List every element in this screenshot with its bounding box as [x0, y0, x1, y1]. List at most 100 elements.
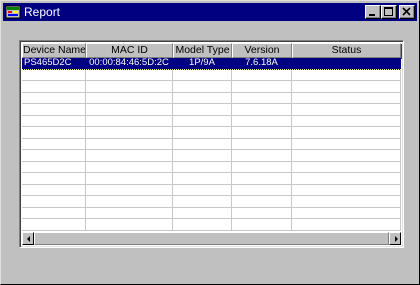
empty-cell: [232, 150, 292, 161]
empty-cell: [173, 219, 232, 230]
empty-cell: [173, 104, 232, 115]
empty-cell: [22, 69, 86, 80]
table-header: Device Name MAC ID Model Type Version St…: [22, 43, 401, 58]
empty-cell: [86, 81, 173, 92]
column-header-model-type[interactable]: Model Type: [173, 43, 232, 58]
empty-cell: [292, 115, 401, 126]
empty-table-row[interactable]: [22, 219, 401, 231]
empty-cell: [173, 161, 232, 172]
horizontal-scrollbar[interactable]: [22, 232, 401, 245]
empty-cell: [86, 207, 173, 218]
empty-cell: [232, 173, 292, 184]
close-button[interactable]: [399, 5, 415, 19]
cell-device-name: PS465D2C: [22, 58, 86, 69]
cell-mac-id: 00:00:84:46:5D:2C: [86, 58, 173, 69]
scroll-left-button[interactable]: [22, 232, 34, 245]
empty-table-row[interactable]: [22, 92, 401, 104]
empty-cell: [86, 127, 173, 138]
empty-cell: [292, 92, 401, 103]
empty-cell: [22, 196, 86, 207]
empty-cell: [22, 127, 86, 138]
empty-table-row[interactable]: [22, 69, 401, 81]
report-list-view[interactable]: Device Name MAC ID Model Type Version St…: [19, 40, 404, 248]
maximize-button[interactable]: [381, 5, 397, 19]
arrow-left-icon: [27, 236, 30, 242]
empty-cell: [292, 81, 401, 92]
empty-cell: [86, 138, 173, 149]
empty-table-row[interactable]: [22, 196, 401, 208]
empty-table-row[interactable]: [22, 81, 401, 93]
empty-cell: [86, 184, 173, 195]
empty-cell: [173, 184, 232, 195]
empty-cell: [86, 219, 173, 230]
empty-cell: [292, 69, 401, 80]
empty-cell: [232, 115, 292, 126]
empty-cell: [173, 92, 232, 103]
cell-status: [292, 58, 401, 69]
report-window: Report Device Name MAC ID Model Type Ver…: [0, 0, 420, 285]
window-title: Report: [24, 5, 61, 19]
empty-table-row[interactable]: [22, 115, 401, 127]
empty-cell: [232, 207, 292, 218]
empty-cell: [22, 115, 86, 126]
empty-cell: [22, 184, 86, 195]
report-app-icon[interactable]: [5, 4, 21, 20]
column-header-device-name[interactable]: Device Name: [22, 43, 86, 58]
empty-cell: [232, 184, 292, 195]
column-header-status[interactable]: Status: [292, 43, 401, 58]
empty-cell: [86, 196, 173, 207]
scroll-right-button[interactable]: [389, 232, 401, 245]
arrow-right-icon: [395, 236, 398, 242]
empty-cell: [86, 173, 173, 184]
empty-cell: [232, 69, 292, 80]
empty-cell: [173, 207, 232, 218]
empty-cell: [232, 138, 292, 149]
empty-cell: [173, 69, 232, 80]
empty-table-row[interactable]: [22, 127, 401, 139]
title-bar[interactable]: Report: [3, 3, 417, 21]
column-header-mac-id[interactable]: MAC ID: [86, 43, 173, 58]
empty-cell: [22, 150, 86, 161]
empty-cell: [292, 150, 401, 161]
empty-cell: [86, 69, 173, 80]
empty-cell: [292, 196, 401, 207]
empty-cell: [22, 138, 86, 149]
empty-cell: [22, 219, 86, 230]
empty-cell: [232, 92, 292, 103]
table-row[interactable]: PS465D2C 00:00:84:46:5D:2C 1P/9A 7.6.18A: [22, 58, 401, 70]
empty-table-row[interactable]: [22, 173, 401, 185]
empty-cell: [232, 161, 292, 172]
empty-cell: [173, 81, 232, 92]
column-header-version[interactable]: Version: [232, 43, 292, 58]
empty-table-row[interactable]: [22, 161, 401, 173]
empty-cell: [292, 219, 401, 230]
empty-cell: [232, 81, 292, 92]
empty-cell: [86, 115, 173, 126]
empty-cell: [292, 207, 401, 218]
scrollbar-thumb[interactable]: [34, 232, 389, 245]
empty-cell: [292, 173, 401, 184]
table-body: PS465D2C 00:00:84:46:5D:2C 1P/9A 7.6.18A: [22, 58, 401, 232]
empty-table-row[interactable]: [22, 150, 401, 162]
empty-table-row[interactable]: [22, 207, 401, 219]
cell-version: 7.6.18A: [232, 58, 292, 69]
empty-cell: [86, 150, 173, 161]
empty-cell: [292, 138, 401, 149]
empty-cell: [22, 161, 86, 172]
empty-table-row[interactable]: [22, 138, 401, 150]
empty-cell: [173, 115, 232, 126]
empty-cell: [86, 161, 173, 172]
empty-cell: [232, 196, 292, 207]
empty-cell: [22, 92, 86, 103]
cell-model-type: 1P/9A: [173, 58, 232, 69]
empty-cell: [22, 173, 86, 184]
empty-table-row[interactable]: [22, 184, 401, 196]
empty-cell: [173, 173, 232, 184]
empty-cell: [86, 92, 173, 103]
empty-cell: [292, 184, 401, 195]
empty-cell: [173, 127, 232, 138]
empty-cell: [232, 219, 292, 230]
minimize-button[interactable]: [365, 5, 381, 19]
empty-table-row[interactable]: [22, 104, 401, 116]
close-icon: [402, 7, 411, 16]
